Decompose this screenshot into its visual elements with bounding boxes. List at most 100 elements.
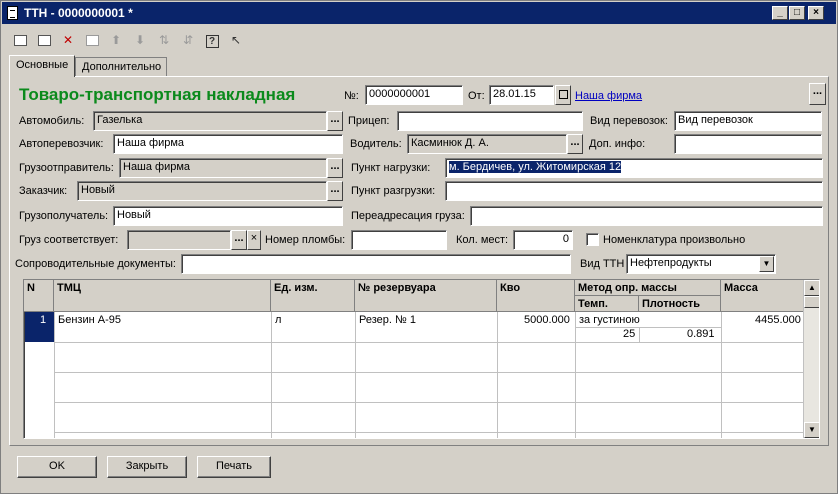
shipper-label: Грузоотправитель: xyxy=(19,162,114,174)
cargo-matches-label: Груз соответствует: xyxy=(19,234,119,246)
cell-density[interactable]: 0.891 xyxy=(687,328,715,340)
consignee-field[interactable]: Новый xyxy=(113,206,343,226)
context-help-icon[interactable]: ↖ xyxy=(227,31,245,49)
loading-point-field[interactable]: м. Бердичев, ул. Житомирская 12 xyxy=(445,158,823,178)
title-bar[interactable]: ТТН - 0000000001 * _ □ × xyxy=(2,2,836,24)
calendar-button[interactable] xyxy=(555,85,571,105)
ttn-window: ТТН - 0000000001 * _ □ × ✕ ⬆ ⬇ ⇅ ⇵ ? ↖ О… xyxy=(0,0,838,494)
trailer-field[interactable] xyxy=(397,111,583,131)
loading-point-value: м. Бердичев, ул. Житомирская 12 xyxy=(449,161,622,173)
column-header-n[interactable]: N xyxy=(24,280,54,312)
column-header-mass[interactable]: Масса xyxy=(721,280,804,312)
driver-select-button[interactable]: ... xyxy=(567,134,583,154)
ttn-type-select[interactable]: Нефтепродукты ▼ xyxy=(626,254,776,274)
nomenclature-checkbox[interactable] xyxy=(586,233,599,246)
column-divider xyxy=(575,312,576,438)
seal-field[interactable] xyxy=(351,230,447,250)
row-divider xyxy=(54,342,804,343)
readdress-label: Переадресация груза: xyxy=(351,210,465,222)
print-button[interactable]: Печать xyxy=(197,456,271,478)
cell-tank[interactable]: Резер. № 1 xyxy=(359,314,416,326)
transport-type-label: Вид перевозок: xyxy=(590,115,668,127)
move-up-icon[interactable]: ⬆ xyxy=(107,31,125,49)
ttn-type-value: Нефтепродукты xyxy=(630,257,712,269)
column-header-temp[interactable]: Темп. xyxy=(575,296,639,312)
vehicle-select-button[interactable]: ... xyxy=(327,111,343,131)
cargo-matches-select-button[interactable]: ... xyxy=(231,230,247,250)
column-divider xyxy=(721,312,722,438)
extra-info-field[interactable] xyxy=(674,134,822,154)
ttn-type-label: Вид ТТН xyxy=(580,258,625,270)
shipper-select-button[interactable]: ... xyxy=(327,158,343,178)
number-field[interactable]: 0000000001 xyxy=(365,85,463,105)
places-label: Кол. мест: xyxy=(456,234,509,246)
vehicle-field[interactable]: Газелька xyxy=(93,111,327,131)
copy-row-icon[interactable] xyxy=(35,31,53,49)
tab-additional[interactable]: Дополнительно xyxy=(75,57,167,77)
driver-field[interactable]: Касминюк Д. А. xyxy=(407,134,567,154)
row-divider xyxy=(54,372,804,373)
extra-info-label: Доп. инфо: xyxy=(589,138,646,150)
column-header-tmc[interactable]: ТМЦ xyxy=(54,280,271,312)
column-divider xyxy=(497,312,498,438)
page-title: Товаро-транспортная накладная xyxy=(19,85,296,104)
organization-link[interactable]: Наша фирма xyxy=(575,90,642,102)
toolbar: ✕ ⬆ ⬇ ⇅ ⇵ ? ↖ xyxy=(9,29,249,51)
scroll-up-icon[interactable]: ▲ xyxy=(804,280,819,296)
goods-table[interactable]: N ТМЦ Ед. изм. № резервуара Кво Метод оп… xyxy=(23,279,820,439)
add-row-icon[interactable] xyxy=(11,31,29,49)
places-field[interactable]: 0 xyxy=(513,230,573,250)
driver-label: Водитель: xyxy=(350,138,402,150)
cargo-matches-field[interactable] xyxy=(127,230,231,250)
cell-unit[interactable]: л xyxy=(275,314,281,326)
move-down-icon[interactable]: ⬇ xyxy=(131,31,149,49)
carrier-field[interactable]: Наша фирма xyxy=(113,134,343,154)
shipper-field[interactable]: Наша фирма xyxy=(119,158,327,178)
column-header-unit[interactable]: Ед. изм. xyxy=(271,280,355,312)
column-divider xyxy=(54,312,55,438)
chevron-down-icon[interactable]: ▼ xyxy=(759,256,774,272)
maximize-button[interactable]: □ xyxy=(789,6,805,20)
cell-qty[interactable]: 5000.000 xyxy=(524,314,570,326)
window-title: ТТН - 0000000001 * xyxy=(24,6,133,20)
calendar-icon xyxy=(558,90,568,99)
docs-field[interactable] xyxy=(181,254,571,274)
sort-ascending-icon[interactable]: ⇅ xyxy=(155,31,173,49)
readdress-field[interactable] xyxy=(470,206,823,226)
tab-main-label: Основные xyxy=(16,59,69,71)
edit-row-icon[interactable] xyxy=(83,31,101,49)
table-scrollbar[interactable]: ▲ ▼ xyxy=(803,280,819,438)
customer-select-button[interactable]: ... xyxy=(327,181,343,201)
cell-subdivider xyxy=(639,328,640,342)
cell-method[interactable]: за густиною xyxy=(579,314,640,326)
cell-temp[interactable]: 25 xyxy=(623,328,635,340)
transport-type-field[interactable]: Вид перевозок xyxy=(674,111,822,131)
scroll-thumb[interactable] xyxy=(804,296,819,308)
column-header-method[interactable]: Метод опр. массы xyxy=(575,280,721,296)
close-button[interactable]: Закрыть xyxy=(107,456,187,478)
scroll-down-icon[interactable]: ▼ xyxy=(804,422,819,438)
seal-label: Номер пломбы: xyxy=(265,234,346,246)
ok-button[interactable]: OK xyxy=(17,456,97,478)
date-label: От: xyxy=(468,90,485,102)
tab-main[interactable]: Основные xyxy=(9,55,75,77)
more-button[interactable]: ... xyxy=(809,83,826,105)
column-header-tank[interactable]: № резервуара xyxy=(355,280,497,312)
number-label: №: xyxy=(344,90,359,102)
column-header-qty[interactable]: Кво xyxy=(497,280,575,312)
row-divider xyxy=(54,402,804,403)
sort-descending-icon[interactable]: ⇵ xyxy=(179,31,197,49)
unloading-point-label: Пункт разгрузки: xyxy=(351,185,436,197)
cell-tmc[interactable]: Бензин А-95 xyxy=(58,314,121,326)
minimize-button[interactable]: _ xyxy=(772,6,788,20)
loading-point-label: Пункт нагрузки: xyxy=(351,162,431,174)
customer-field[interactable]: Новый xyxy=(77,181,327,201)
cell-mass[interactable]: 4455.000 xyxy=(755,314,801,326)
close-window-button[interactable]: × xyxy=(808,6,824,20)
help-icon[interactable]: ? xyxy=(203,31,221,49)
delete-row-icon[interactable]: ✕ xyxy=(59,31,77,49)
unloading-point-field[interactable] xyxy=(445,181,823,201)
cargo-matches-clear-button[interactable]: × xyxy=(247,230,261,250)
column-header-density[interactable]: Плотность xyxy=(639,296,721,312)
date-field[interactable]: 28.01.15 xyxy=(489,85,554,105)
